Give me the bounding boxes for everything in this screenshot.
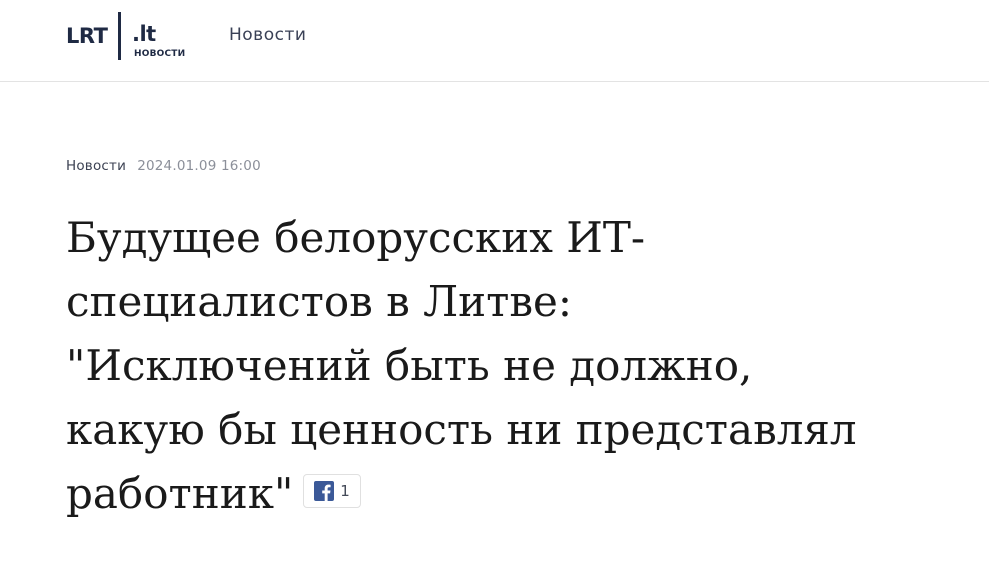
article-title-line: специалистов в Литве: (66, 277, 573, 326)
article-title: Будущее белорусских ИТ- специалистов в Л… (66, 206, 966, 526)
site-header: LRT .lt НОВОСТИ Новости (0, 0, 989, 82)
facebook-icon (314, 481, 335, 501)
logo-section: НОВОСТИ (134, 49, 186, 59)
nav-link-news[interactable]: Новости (229, 24, 306, 46)
facebook-share-count: 1 (340, 482, 350, 500)
logo-brand: LRT (66, 24, 108, 48)
logo-divider (118, 12, 121, 60)
article-datetime: 2024.01.09 16:00 (137, 158, 261, 174)
article-title-line-last: работник" 1 (66, 462, 966, 526)
article-title-line: Будущее белорусских ИТ- (66, 213, 646, 262)
facebook-share-button[interactable]: 1 (303, 474, 361, 508)
article-meta: Новости 2024.01.09 16:00 (66, 156, 261, 174)
logo-domain: .lt (132, 22, 156, 46)
article-title-line: какую бы ценность ни представлял (66, 405, 857, 454)
article-category-link[interactable]: Новости (66, 158, 126, 174)
article-title-line: работник" (66, 469, 294, 518)
article-title-line: "Исключений быть не должно, (66, 341, 753, 390)
